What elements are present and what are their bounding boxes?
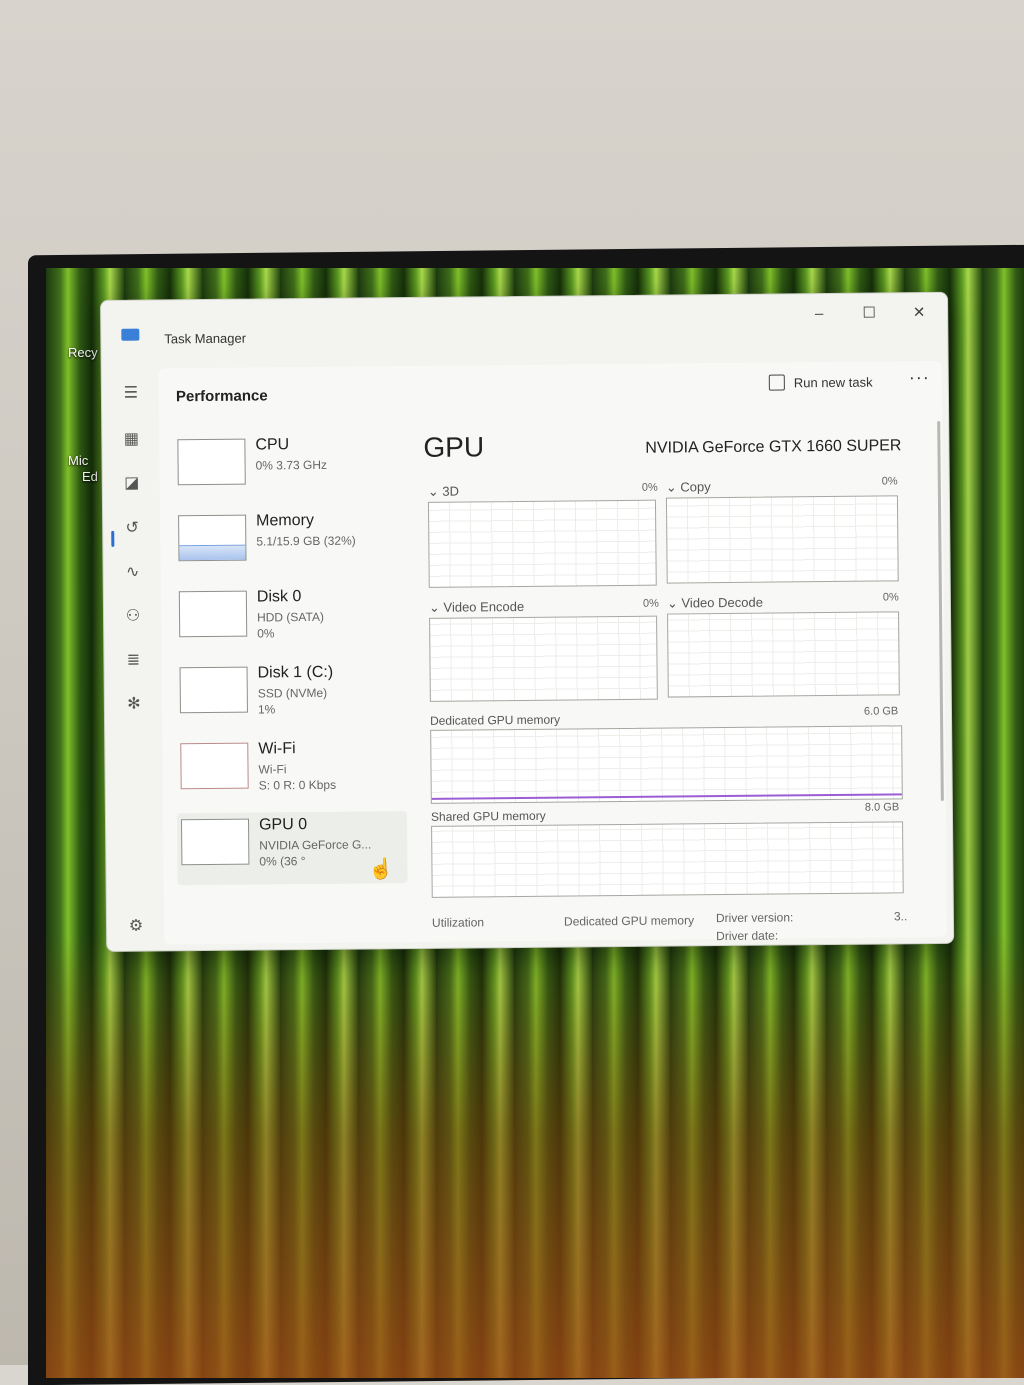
- run-task-icon: [768, 374, 785, 391]
- nav-rail: ☰ ▦ ◪ ↺ ∿ ⚇ ≣ ✻ ⚙: [106, 360, 162, 940]
- services-icon[interactable]: ✻: [123, 694, 145, 716]
- graph-video-encode: [429, 615, 658, 702]
- run-new-task-button[interactable]: Run new task: [768, 374, 873, 391]
- processes-icon[interactable]: ▦: [120, 429, 142, 451]
- device-list: CPU 0% 3.73 GHz Memory 5.1/15.9 GB (32%)…: [173, 431, 408, 889]
- close-button[interactable]: ✕: [899, 299, 939, 327]
- shared-memory-max: 8.0 GB: [864, 801, 900, 814]
- active-indicator: [111, 530, 115, 547]
- details-icon[interactable]: ≣: [122, 650, 144, 672]
- utilization-label: Utilization: [431, 915, 485, 930]
- device-thumbnail: [179, 666, 248, 714]
- hamburger-menu-icon[interactable]: ☰: [120, 383, 142, 405]
- engine-video-decode-dropdown[interactable]: ⌄ Video Decode: [667, 595, 763, 612]
- device-item-disk-0[interactable]: Disk 0 HDD (SATA) 0%: [175, 583, 406, 657]
- app-history-icon[interactable]: ↺: [121, 518, 143, 540]
- dedicated-memory-usage-line: [431, 793, 902, 800]
- gpu-model: NVIDIA GeForce GTX 1660 SUPER: [645, 437, 902, 457]
- shared-memory-label: Shared GPU memory: [430, 808, 546, 824]
- graph-shared-memory: [431, 821, 904, 898]
- title-bar[interactable]: Task Manager – ☐ ✕: [101, 293, 947, 347]
- graph-dedicated-memory: [430, 725, 903, 804]
- dedicated-memory-max: 6.0 GB: [863, 705, 899, 718]
- startup-apps-icon[interactable]: ∿: [122, 562, 144, 584]
- window-title: Task Manager: [164, 330, 247, 347]
- device-item-memory[interactable]: Memory 5.1/15.9 GB (32%): [174, 507, 405, 581]
- task-manager-icon: [121, 328, 140, 341]
- graph-video-decode: [667, 611, 900, 698]
- device-thumbnail: [178, 590, 248, 638]
- gpu-detail: GPU NVIDIA GeForce GTX 1660 SUPER ⌄ 3D 0…: [419, 421, 907, 943]
- device-item-disk-1[interactable]: Disk 1 (C:) SSD (NVMe) 1%: [175, 659, 406, 733]
- engine-video-encode-dropdown[interactable]: ⌄ Video Encode: [429, 599, 524, 616]
- engine-video-decode-value: 0%: [882, 591, 899, 604]
- driver-date-label: Driver date:: [716, 928, 779, 944]
- page-title: Performance: [175, 387, 268, 406]
- more-options-button[interactable]: ···: [909, 367, 930, 388]
- device-thumbnail: [177, 438, 246, 486]
- dedicated-gpu-memory-stat-label: Dedicated GPU memory: [563, 913, 695, 929]
- engine-copy-dropdown[interactable]: ⌄ Copy: [666, 479, 711, 495]
- engine-copy-value: 0%: [881, 475, 898, 488]
- performance-icon[interactable]: ◪: [121, 473, 143, 495]
- desktop-icon-edge[interactable]: Mic Ed: [68, 453, 98, 485]
- engine-3d-value: 0%: [641, 481, 658, 494]
- scrollbar[interactable]: [937, 420, 944, 801]
- gpu-heading: GPU: [423, 431, 485, 463]
- graph-3d: [427, 499, 657, 588]
- engine-3d-dropdown[interactable]: ⌄ 3D: [428, 484, 459, 500]
- device-thumbnail: [178, 514, 247, 562]
- performance-panel: Performance Run new task ··· CPU 0% 3.73…: [158, 360, 948, 945]
- desktop-icons: Recy Mic Ed: [68, 345, 98, 485]
- driver-version-label: Driver version:: [715, 910, 794, 926]
- minimize-button[interactable]: –: [799, 300, 839, 328]
- maximize-button[interactable]: ☐: [849, 299, 889, 327]
- driver-version-value: 3..: [893, 909, 908, 924]
- graph-copy: [665, 495, 899, 584]
- engine-video-encode-value: 0%: [642, 597, 659, 610]
- users-icon[interactable]: ⚇: [122, 606, 144, 628]
- dedicated-memory-label: Dedicated GPU memory: [429, 712, 561, 728]
- settings-icon[interactable]: ⚙: [125, 916, 147, 938]
- device-thumbnail: [180, 818, 250, 866]
- desktop-icon-recycle[interactable]: Recy: [68, 345, 98, 361]
- task-manager-window: Task Manager – ☐ ✕ ☰ ▦ ◪ ↺ ∿ ⚇ ≣ ✻ ⚙ Per…: [100, 291, 955, 952]
- device-thumbnail: [180, 742, 249, 790]
- device-item-cpu[interactable]: CPU 0% 3.73 GHz: [173, 431, 404, 505]
- device-item-wifi[interactable]: Wi-Fi Wi-Fi S: 0 R: 0 Kbps: [176, 735, 407, 809]
- hand-cursor-icon: ☝: [368, 858, 394, 881]
